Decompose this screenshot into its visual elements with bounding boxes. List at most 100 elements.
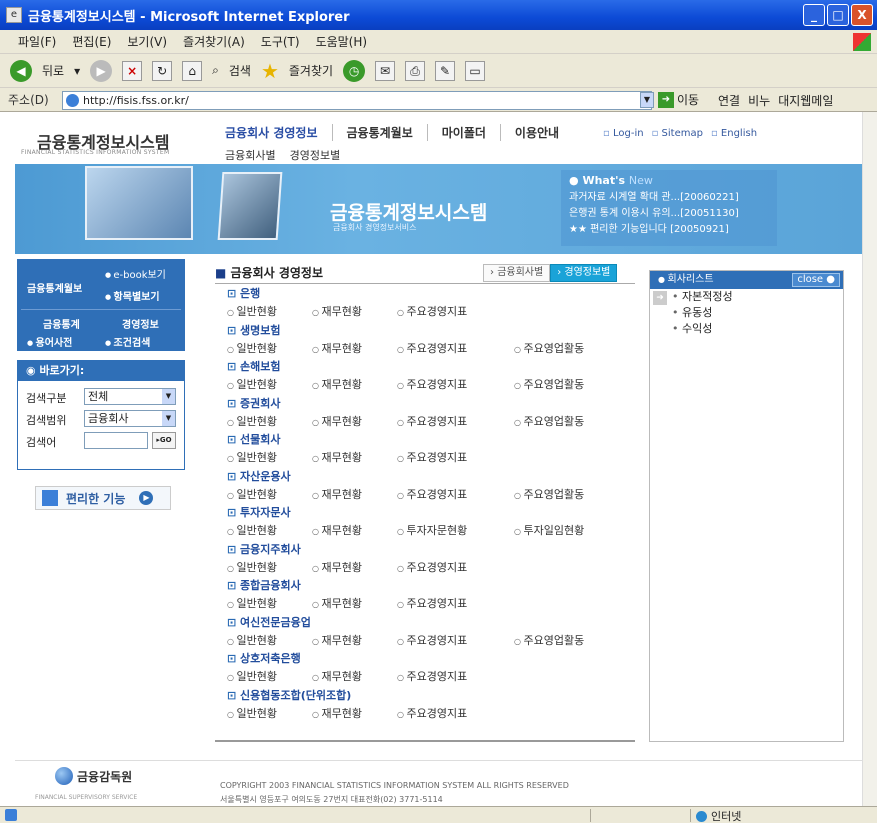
- edit-icon[interactable]: ✎: [435, 60, 456, 81]
- whats-new-item[interactable]: ★★ 편리한 기능입니다 [20050921]: [569, 220, 769, 235]
- print-icon[interactable]: ⎙: [405, 60, 426, 81]
- info-link[interactable]: 주요영업활동: [514, 376, 585, 395]
- category-header[interactable]: 생명보험: [227, 322, 635, 340]
- info-link[interactable]: 재무현황: [312, 595, 362, 614]
- tab-by-company[interactable]: › 금융회사별: [483, 264, 551, 282]
- info-link[interactable]: 주요경영지표: [397, 340, 468, 359]
- category-header[interactable]: 투자자문사: [227, 504, 635, 522]
- subnav-by-info[interactable]: 경영정보별: [290, 147, 341, 163]
- category-header[interactable]: 여신전문금융업: [227, 614, 635, 632]
- info-link[interactable]: 재무현황: [312, 486, 362, 505]
- info-link[interactable]: 재무현황: [312, 413, 362, 432]
- menu-view[interactable]: 보기(V): [127, 33, 167, 50]
- info-link[interactable]: 주요경영지표: [397, 595, 468, 614]
- forward-arrow-icon[interactable]: ▶: [90, 59, 113, 82]
- panel-item[interactable]: 자본적정성: [650, 289, 843, 305]
- tab-by-info[interactable]: › 경영정보별: [550, 264, 618, 282]
- quick-by-item[interactable]: 항목별보기: [105, 288, 160, 303]
- info-link[interactable]: 주요영업활동: [514, 486, 585, 505]
- search-range-select[interactable]: 금융회사 ▼: [84, 410, 176, 427]
- home-icon[interactable]: ⌂: [182, 60, 203, 81]
- login-link[interactable]: Log-in: [603, 128, 644, 139]
- info-link[interactable]: 주요경영지표: [397, 668, 468, 687]
- quick-ebook[interactable]: e-book보기: [105, 266, 166, 281]
- fss-logo[interactable]: 금융감독원: [55, 767, 132, 785]
- sitemap-link[interactable]: Sitemap: [652, 128, 703, 139]
- whats-new-item[interactable]: 과거자료 시계열 확대 관...[20060221]: [569, 188, 769, 203]
- info-link[interactable]: 주요경영지표: [397, 559, 468, 578]
- info-link[interactable]: 재무현황: [312, 668, 362, 687]
- info-link[interactable]: 주요경영지표: [397, 632, 468, 651]
- vertical-scrollbar[interactable]: [862, 112, 877, 806]
- favorites-button[interactable]: 즐겨찾기: [289, 62, 333, 79]
- refresh-icon[interactable]: ↻: [152, 60, 173, 81]
- go-button[interactable]: ➜ 이동: [658, 91, 699, 108]
- category-header[interactable]: 증권회사: [227, 395, 635, 413]
- info-link[interactable]: 주요경영지표: [397, 705, 468, 724]
- info-link[interactable]: 주요영업활동: [514, 413, 585, 432]
- history-icon[interactable]: ◷: [343, 59, 366, 82]
- info-link[interactable]: 재무현황: [312, 632, 362, 651]
- panel-item[interactable]: 유동성: [650, 305, 843, 321]
- info-link[interactable]: 재무현황: [312, 303, 362, 322]
- keyword-input[interactable]: [84, 432, 148, 449]
- menu-help[interactable]: 도움말(H): [316, 33, 368, 50]
- menu-tools[interactable]: 도구(T): [261, 33, 300, 50]
- info-link[interactable]: 재무현황: [312, 376, 362, 395]
- close-button[interactable]: X: [851, 4, 873, 26]
- go-search-button[interactable]: ▸GO: [152, 432, 176, 449]
- info-link[interactable]: 일반현황: [227, 449, 277, 468]
- info-link[interactable]: 재무현황: [312, 559, 362, 578]
- info-link[interactable]: 일반현황: [227, 705, 277, 724]
- nav-company-info[interactable]: 금융회사 경영정보: [225, 124, 333, 141]
- link-binu[interactable]: 비누: [748, 92, 770, 109]
- english-link[interactable]: English: [711, 128, 757, 139]
- favorites-star-icon[interactable]: ★: [261, 59, 279, 83]
- subnav-by-company[interactable]: 금융회사별: [225, 147, 276, 163]
- search-button[interactable]: 검색: [229, 62, 251, 79]
- info-link[interactable]: 주요경영지표: [397, 376, 468, 395]
- nav-my-folder[interactable]: 마이폴더: [428, 124, 501, 141]
- nav-monthly-report[interactable]: 금융통계월보: [333, 124, 428, 141]
- quick-condition-search[interactable]: 조건검색: [105, 334, 151, 349]
- panel-item[interactable]: 수익성: [650, 321, 843, 337]
- address-input[interactable]: http://fisis.fss.or.kr/: [62, 91, 652, 110]
- info-link[interactable]: 주요경영지표: [397, 449, 468, 468]
- info-link[interactable]: 주요경영지표: [397, 486, 468, 505]
- category-header[interactable]: 상호저축은행: [227, 650, 635, 668]
- whats-new-item[interactable]: 은행권 통계 이용시 유의...[20051130]: [569, 204, 769, 219]
- info-link[interactable]: 주요영업활동: [514, 340, 585, 359]
- info-link[interactable]: 일반현황: [227, 413, 277, 432]
- category-header[interactable]: 신용협동조합(단위조합): [227, 687, 635, 705]
- info-link[interactable]: 일반현황: [227, 668, 277, 687]
- info-link[interactable]: 투자일임현황: [514, 522, 585, 541]
- info-link[interactable]: 일반현황: [227, 340, 277, 359]
- back-arrow-icon[interactable]: ◀: [10, 59, 32, 82]
- maximize-button[interactable]: □: [827, 4, 849, 26]
- link-daeji-webmail[interactable]: 대지웹메일: [778, 92, 833, 109]
- menu-edit[interactable]: 편집(E): [72, 33, 111, 50]
- info-link[interactable]: 일반현황: [227, 376, 277, 395]
- info-link[interactable]: 일반현황: [227, 632, 277, 651]
- quick-glossary[interactable]: 용어사전: [27, 334, 73, 349]
- convenient-feature-button[interactable]: 편리한 기능 ▶: [35, 486, 171, 510]
- info-link[interactable]: 주요경영지표: [397, 303, 468, 322]
- info-link[interactable]: 일반현황: [227, 486, 277, 505]
- menu-file[interactable]: 파일(F): [18, 33, 56, 50]
- info-link[interactable]: 주요경영지표: [397, 413, 468, 432]
- minimize-button[interactable]: _: [803, 4, 825, 26]
- category-header[interactable]: 손해보험: [227, 358, 635, 376]
- info-link[interactable]: 일반현황: [227, 303, 277, 322]
- quick-monthly-report[interactable]: 금융통계월보: [27, 280, 82, 295]
- category-header[interactable]: 금융지주회사: [227, 541, 635, 559]
- back-dropdown-icon[interactable]: ▾: [74, 64, 80, 78]
- category-header[interactable]: 자산운용사: [227, 468, 635, 486]
- info-link[interactable]: 재무현황: [312, 522, 362, 541]
- panel-close-button[interactable]: close ●: [792, 273, 840, 287]
- category-header[interactable]: 종합금융회사: [227, 577, 635, 595]
- info-link[interactable]: 재무현황: [312, 340, 362, 359]
- category-header[interactable]: 선물회사: [227, 431, 635, 449]
- info-link[interactable]: 일반현황: [227, 522, 277, 541]
- search-icon[interactable]: ⌕: [212, 63, 219, 78]
- messenger-icon[interactable]: ▭: [465, 60, 486, 81]
